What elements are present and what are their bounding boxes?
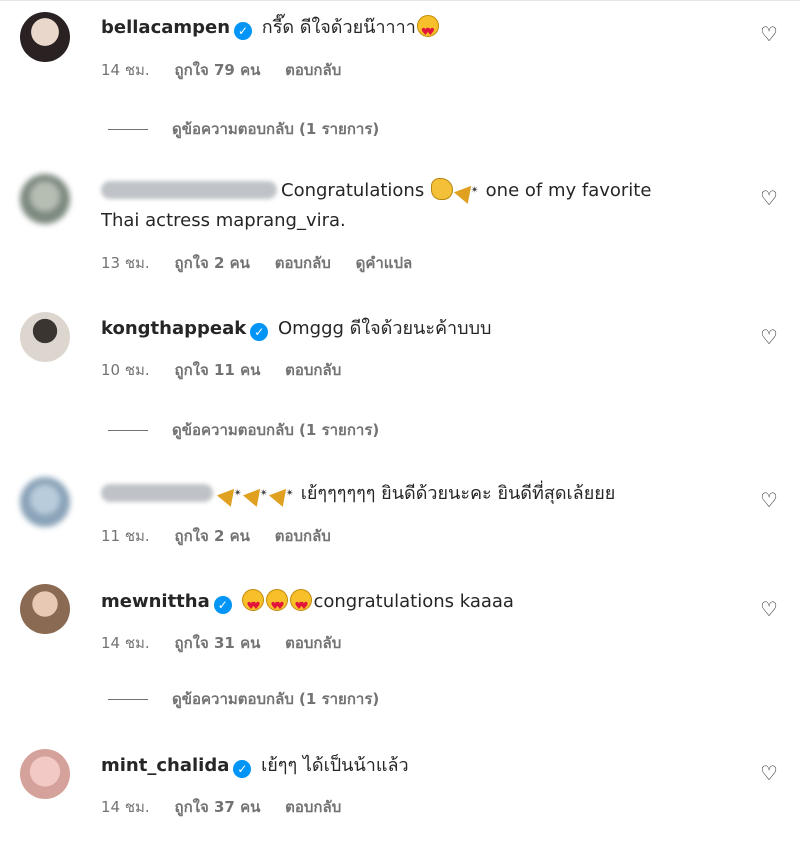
comment-body: กรี๊ด ดีใจด้วยน๊าาาา xyxy=(261,17,416,38)
clapping-hands-emoji-icon xyxy=(430,178,453,200)
reply-button[interactable]: ตอบกลับ xyxy=(285,361,341,379)
comment-body-line2: Thai actress maprang_vira. xyxy=(101,210,346,231)
likes-count[interactable]: ถูกใจ 37 คน xyxy=(174,798,260,816)
comment-meta: 14 ชม. ถูกใจ 79 คน ตอบกลับ xyxy=(101,58,361,82)
comment-meta: 14 ชม. ถูกใจ 31 คน ตอบกลับ xyxy=(101,631,361,655)
comment-meta: 11 ชม. ถูกใจ 2 คน ตอบกลับ xyxy=(101,524,351,548)
username[interactable]: kongthappeak xyxy=(101,318,246,339)
avatar[interactable] xyxy=(20,312,70,362)
avatar[interactable] xyxy=(20,749,70,799)
view-replies-label: ดูข้อความตอบกลับ (1 รายการ) xyxy=(172,421,380,439)
translate-button[interactable]: ดูคำแปล xyxy=(356,254,413,272)
comment-body: congratulations kaaaa xyxy=(313,591,514,612)
verified-badge-icon: ✓ xyxy=(234,22,253,40)
avatar[interactable] xyxy=(20,584,70,634)
party-popper-emoji-icon xyxy=(270,479,294,509)
comment-time[interactable]: 14 ชม. xyxy=(101,61,150,79)
party-popper-emoji-icon xyxy=(244,479,268,509)
verified-badge-icon: ✓ xyxy=(233,760,252,778)
verified-badge-icon: ✓ xyxy=(250,323,269,341)
comment-text: Congratulations one of my favorite Thai … xyxy=(101,176,721,236)
blurred-username[interactable] xyxy=(101,181,277,199)
comment-body-part1: Congratulations xyxy=(281,180,425,201)
heart-eyes-emoji-icon xyxy=(242,589,265,622)
view-replies-label: ดูข้อความตอบกลับ (1 รายการ) xyxy=(172,690,380,708)
comment-text: kongthappeak ✓ Omggg ดีใจด้วยนะค้าบบบ xyxy=(101,314,721,344)
heart-eyes-emoji-icon xyxy=(416,15,439,48)
comment-body: เย้ๆๆๆๆๆๆ ยินดีด้วยนะคะ ยินดีที่สุดเล้ยย… xyxy=(300,483,616,504)
comment-text: mint_chalida ✓ เย้ๆๆ ได้เป็นน้าแล้ว xyxy=(101,751,721,781)
party-popper-emoji-icon xyxy=(455,176,479,206)
username[interactable]: mewnittha xyxy=(101,591,210,612)
view-replies-label: ดูข้อความตอบกลับ (1 รายการ) xyxy=(172,120,380,138)
comment-time[interactable]: 14 ชม. xyxy=(101,798,150,816)
comment-time[interactable]: 10 ชม. xyxy=(101,361,150,379)
likes-count[interactable]: ถูกใจ 79 คน xyxy=(174,61,260,79)
view-replies-button[interactable]: ดูข้อความตอบกลับ (1 รายการ) xyxy=(108,117,379,141)
like-heart-icon[interactable]: ♡ xyxy=(758,598,780,620)
like-heart-icon[interactable]: ♡ xyxy=(758,762,780,784)
like-heart-icon[interactable]: ♡ xyxy=(758,489,780,511)
blurred-username[interactable] xyxy=(101,484,213,502)
replies-divider xyxy=(108,699,148,700)
replies-divider xyxy=(108,129,148,130)
comment-body: เย้ๆๆ ได้เป็นน้าแล้ว xyxy=(261,755,409,776)
likes-count[interactable]: ถูกใจ 2 คน xyxy=(174,527,249,545)
username[interactable]: bellacampen xyxy=(101,17,230,38)
comment-time[interactable]: 11 ชม. xyxy=(101,527,150,545)
heart-eyes-emoji-icon xyxy=(266,589,289,622)
likes-count[interactable]: ถูกใจ 31 คน xyxy=(174,634,260,652)
like-heart-icon[interactable]: ♡ xyxy=(758,326,780,348)
reply-button[interactable]: ตอบกลับ xyxy=(285,798,341,816)
reply-button[interactable]: ตอบกลับ xyxy=(285,61,341,79)
comment-meta: 13 ชม. ถูกใจ 2 คน ตอบกลับ ดูคำแปล xyxy=(101,251,432,275)
verified-badge-icon: ✓ xyxy=(213,596,232,614)
like-heart-icon[interactable]: ♡ xyxy=(758,187,780,209)
like-heart-icon[interactable]: ♡ xyxy=(758,23,780,45)
avatar[interactable] xyxy=(20,174,70,224)
heart-eyes-emoji-icon xyxy=(290,589,313,622)
party-popper-emoji-icon xyxy=(218,479,242,509)
avatar[interactable] xyxy=(20,12,70,62)
comment-text: เย้ๆๆๆๆๆๆ ยินดีด้วยนะคะ ยินดีที่สุดเล้ยย… xyxy=(101,479,721,509)
reply-button[interactable]: ตอบกลับ xyxy=(275,527,331,545)
reply-button[interactable]: ตอบกลับ xyxy=(275,254,331,272)
view-replies-button[interactable]: ดูข้อความตอบกลับ (1 รายการ) xyxy=(108,418,379,442)
username[interactable]: mint_chalida xyxy=(101,755,229,776)
replies-divider xyxy=(108,430,148,431)
comment-body-part2: one of my favorite xyxy=(485,180,652,201)
comment-time[interactable]: 14 ชม. xyxy=(101,634,150,652)
reply-button[interactable]: ตอบกลับ xyxy=(285,634,341,652)
comment-meta: 14 ชม. ถูกใจ 37 คน ตอบกลับ xyxy=(101,795,361,819)
avatar[interactable] xyxy=(20,477,70,527)
top-divider xyxy=(0,0,800,1)
likes-count[interactable]: ถูกใจ 2 คน xyxy=(174,254,249,272)
comment-body: Omggg ดีใจด้วยนะค้าบบบ xyxy=(277,318,492,339)
comment-meta: 10 ชม. ถูกใจ 11 คน ตอบกลับ xyxy=(101,358,361,382)
view-replies-button[interactable]: ดูข้อความตอบกลับ (1 รายการ) xyxy=(108,687,379,711)
comment-text: bellacampen ✓ กรี๊ด ดีใจด้วยน๊าาาา xyxy=(101,13,721,48)
comment-time[interactable]: 13 ชม. xyxy=(101,254,150,272)
likes-count[interactable]: ถูกใจ 11 คน xyxy=(174,361,260,379)
comment-text: mewnittha✓ congratulations kaaaa xyxy=(101,587,721,622)
